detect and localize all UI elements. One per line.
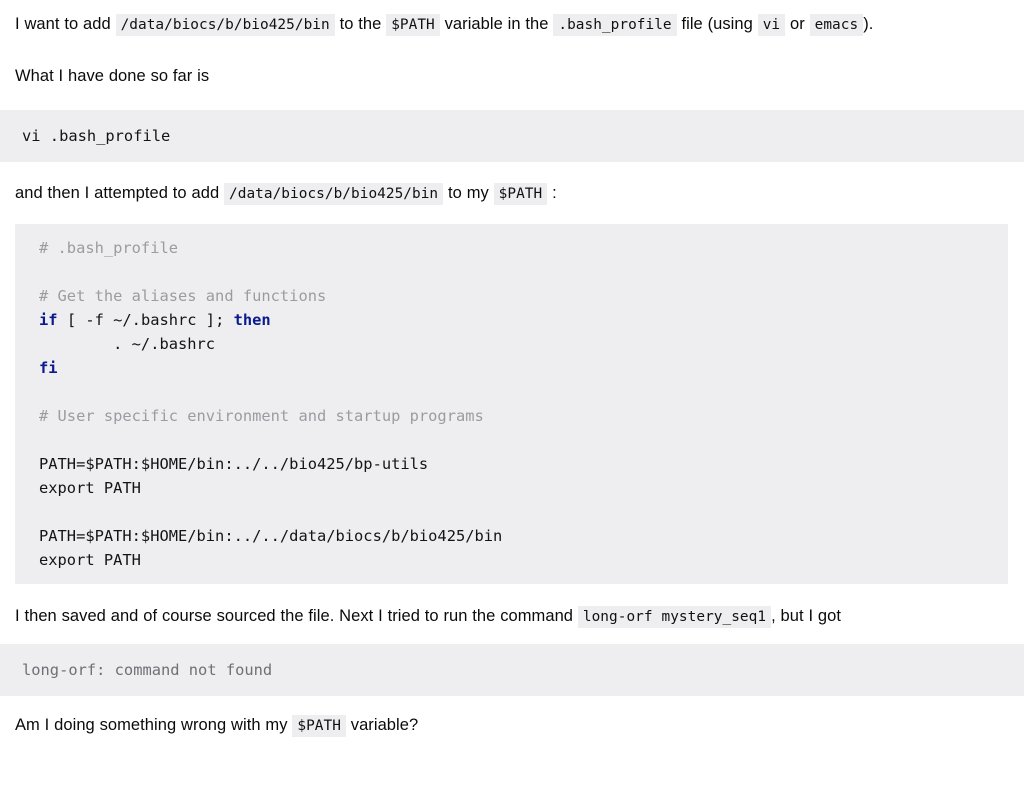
paragraph-what-done: What I have done so far is — [0, 59, 1024, 93]
attempt-text-segment-2: to my — [448, 184, 489, 202]
spacer-after-intro — [0, 41, 1024, 59]
code-block-error-output: long-orf: command not found — [0, 644, 1024, 696]
code-keyword-if: if — [39, 311, 58, 329]
inline-code-attempt-path-variable: $PATH — [493, 183, 548, 205]
spacer-after-what-done — [0, 93, 1024, 110]
code-keyword-fi: fi — [39, 359, 58, 377]
attempt-text-segment-3: : — [552, 184, 557, 202]
paragraph-attempt: and then I attempted to add /data/biocs/… — [0, 176, 1024, 210]
code-line-comment-user-specific: # User specific environment and startup … — [39, 407, 484, 425]
inline-code-emacs: emacs — [809, 14, 864, 36]
code-blank-line-3 — [39, 428, 1008, 452]
attempt-text-segment-1: and then I attempted to add — [15, 184, 220, 202]
code-line-if-condition: [ -f ~/.bashrc ]; — [57, 311, 234, 329]
code-line-source-bashrc: . ~/.bashrc — [39, 335, 216, 353]
code-line-export-1: export PATH — [39, 479, 141, 497]
spacer-after-result — [0, 633, 1024, 644]
code-blank-line-1 — [39, 260, 1008, 284]
code-blank-line-4 — [39, 500, 1008, 524]
what-done-text: What I have done so far is — [15, 67, 210, 85]
code-line-error-message: long-orf: command not found — [22, 661, 273, 679]
spacer-after-attempt — [0, 210, 1024, 224]
result-text-segment-2: , but I got — [771, 607, 842, 625]
intro-text-segment-1: I want to add — [15, 15, 111, 33]
code-line-comment-aliases: # Get the aliases and functions — [39, 287, 327, 305]
intro-text-segment-2: to the — [339, 15, 382, 33]
inline-code-question-path-variable: $PATH — [292, 715, 346, 737]
spacer-before-attempt — [0, 162, 1024, 176]
inline-code-path-variable: $PATH — [386, 14, 440, 36]
paragraph-intro: I want to add /data/biocs/b/bio425/bin t… — [0, 7, 1024, 41]
intro-text-segment-3: variable in the — [444, 15, 549, 33]
code-block-bash-profile: # .bash_profile # Get the aliases and fu… — [15, 224, 1008, 584]
spacer-before-question — [0, 696, 1024, 708]
inline-code-target-path: /data/biocs/b/bio425/bin — [115, 14, 335, 36]
result-text-segment-1: I then saved and of course sourced the f… — [15, 607, 574, 625]
question-text-segment-2: variable? — [350, 716, 419, 734]
intro-text-segment-6: ). — [863, 15, 874, 33]
code-line-export-2: export PATH — [39, 551, 141, 569]
intro-text-segment-4: file (using — [681, 15, 753, 33]
code-line-path-assign-1: PATH=$PATH:$HOME/bin:../../bio425/bp-uti… — [39, 455, 429, 473]
inline-code-long-orf-command: long-orf mystery_seq1 — [577, 606, 772, 628]
code-blank-line-2 — [39, 380, 1008, 404]
inline-code-vi: vi — [757, 14, 786, 36]
inline-code-attempt-path: /data/biocs/b/bio425/bin — [224, 183, 444, 205]
document-page: I want to add /data/biocs/b/bio425/bin t… — [0, 0, 1024, 742]
code-block-vi-command: vi .bash_profile — [0, 110, 1024, 162]
spacer-before-result — [0, 584, 1024, 599]
inline-code-bash-profile: .bash_profile — [553, 14, 677, 36]
intro-text-segment-5: or — [789, 15, 805, 33]
code-line-vi: vi .bash_profile — [22, 127, 171, 145]
question-text-segment-1: Am I doing something wrong with my — [15, 716, 288, 734]
paragraph-result: I then saved and of course sourced the f… — [0, 599, 1024, 633]
paragraph-question: Am I doing something wrong with my $PATH… — [0, 708, 1024, 742]
code-line-comment-profile: # .bash_profile — [39, 239, 178, 257]
code-line-path-assign-2: PATH=$PATH:$HOME/bin:../../data/biocs/b/… — [39, 527, 503, 545]
code-keyword-then: then — [233, 311, 271, 329]
